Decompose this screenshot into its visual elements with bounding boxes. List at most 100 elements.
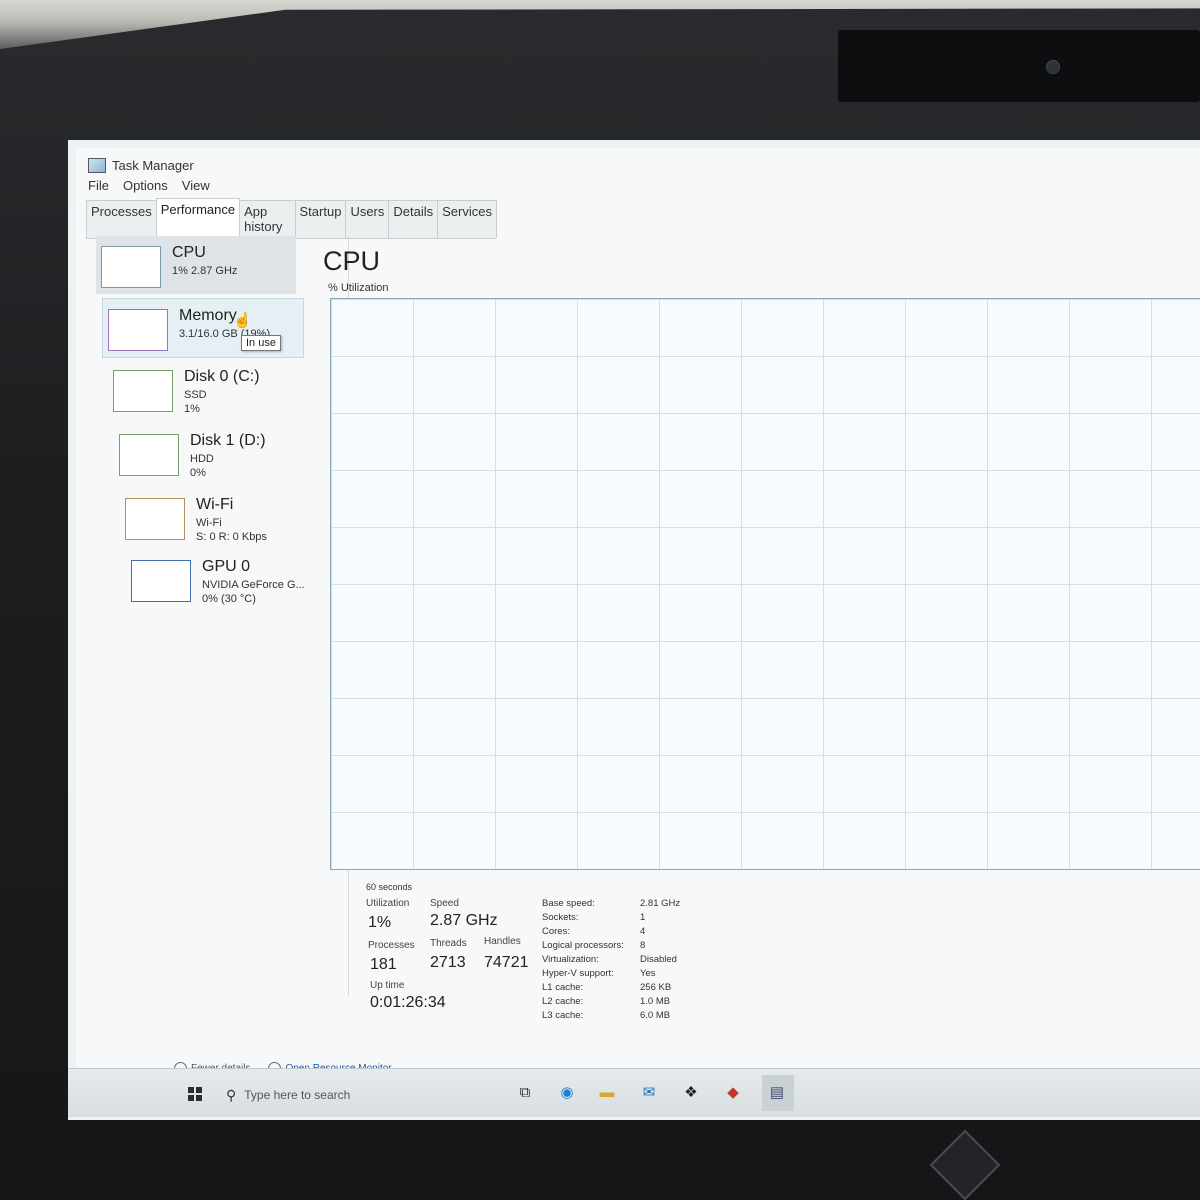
tab-details[interactable]: Details [388, 200, 439, 238]
spec-row: L2 cache: 1.0 MB [542, 996, 742, 1010]
spec-label: Virtualization: [542, 954, 599, 965]
menu-file[interactable]: File [88, 178, 109, 193]
tab-services[interactable]: Services [437, 200, 497, 238]
sidebar-item-gpu[interactable]: GPU 0 NVIDIA GeForce G... 0% (30 °C) [126, 550, 326, 608]
app-icon[interactable]: ◆ [722, 1081, 744, 1103]
sidebar-item-memory[interactable]: Memory 3.1/16.0 GB (19%) ☝ In use [102, 298, 304, 358]
handles-label: Handles [484, 936, 521, 947]
search-icon: ⚲ [226, 1086, 237, 1103]
spec-row: Hyper-V support: Yes [542, 968, 742, 982]
mail-icon[interactable]: ✉ [638, 1081, 660, 1103]
disk-type: SSD [184, 389, 207, 401]
tab-performance[interactable]: Performance [155, 198, 241, 236]
tab-startup[interactable]: Startup [294, 200, 347, 238]
spec-value: 2.81 GHz [640, 898, 681, 909]
processes-value: 181 [370, 956, 397, 973]
spec-value: 8 [640, 940, 646, 951]
utilization-value: 1% [368, 914, 392, 931]
sidebar-item-label: Wi-Fi [196, 496, 234, 513]
menu-options[interactable]: Options [123, 178, 168, 193]
graph-time-label: 60 seconds [366, 882, 413, 892]
disk-thumbnail-graph [113, 370, 173, 412]
spec-row: L3 cache: 6.0 MB [542, 1010, 742, 1024]
sidebar-item-disk-0[interactable]: Disk 0 (C:) SSD 1% [108, 360, 308, 418]
edge-icon[interactable]: ◉ [556, 1081, 578, 1103]
spec-row: Base speed: 2.81 GHz [542, 898, 742, 912]
sidebar-item-label: CPU [172, 244, 206, 261]
utilization-label: Utilization [366, 898, 410, 909]
webcam-icon [1046, 60, 1060, 74]
tab-app-history[interactable]: App history [239, 200, 296, 238]
wifi-name: Wi-Fi [196, 517, 222, 529]
spec-label: L1 cache: [542, 982, 584, 993]
window-title: Task Manager [112, 157, 194, 173]
spec-value: Disabled [640, 954, 677, 965]
graph-y-label: % Utilization [328, 282, 389, 294]
sidebar-item-disk-1[interactable]: Disk 1 (D:) HDD 0% [114, 424, 314, 482]
spec-value: Yes [640, 968, 656, 979]
spec-row: Virtualization: Disabled [542, 954, 742, 968]
spec-label: Cores: [542, 926, 570, 937]
file-explorer-icon[interactable]: ▬ [596, 1081, 618, 1103]
spec-value: 1 [640, 912, 646, 923]
threads-label: Threads [430, 938, 467, 949]
screen: Task Manager File Options View Processes… [68, 140, 1200, 1120]
spec-row: Cores: 4 [542, 926, 742, 940]
spec-row: Sockets: 1 [542, 912, 742, 926]
uptime-label: Up time [370, 980, 405, 991]
spec-label: Base speed: [542, 898, 595, 909]
sidebar-item-wifi[interactable]: Wi-Fi Wi-Fi S: 0 R: 0 Kbps [120, 488, 320, 546]
sidebar-item-label: GPU 0 [202, 558, 251, 575]
taskbar-search[interactable]: ⚲ Type here to search [216, 1081, 516, 1109]
camera-bar [838, 30, 1200, 102]
sidebar-item-detail: SSD 1% [184, 388, 207, 416]
search-placeholder: Type here to search [244, 1088, 351, 1102]
spec-row: Logical processors: 8 [542, 940, 742, 954]
cpu-thumbnail-graph [101, 246, 161, 288]
processes-label: Processes [368, 940, 415, 951]
title-bar: Task Manager [88, 156, 194, 174]
wifi-thumbnail-graph [125, 498, 185, 540]
task-manager-icon[interactable]: ▤ [766, 1081, 788, 1103]
threads-value: 2713 [430, 954, 466, 971]
spec-row: L1 cache: 256 KB [542, 982, 742, 996]
gpu-thumbnail-graph [131, 560, 191, 602]
cpu-spec-list: Base speed: 2.81 GHz Sockets: 1 Cores: 4 Logic… [542, 898, 742, 1024]
disk-usage: 1% [184, 403, 200, 415]
disk-thumbnail-graph [119, 434, 179, 476]
disk-usage: 0% [190, 467, 206, 479]
spec-value: 256 KB [640, 982, 672, 993]
spec-value: 1.0 MB [640, 996, 671, 1007]
tab-users[interactable]: Users [345, 200, 390, 238]
taskbar: ⚲ Type here to search ⧉ ◉ ▬ ✉ ❖ ◆ ▤ [68, 1068, 1200, 1117]
sidebar-item-cpu[interactable]: CPU 1% 2.87 GHz [96, 236, 296, 294]
gpu-usage: 0% (30 °C) [202, 593, 256, 605]
disk-type: HDD [190, 453, 214, 465]
cpu-utilization-graph [330, 298, 1200, 870]
spec-label: L2 cache: [542, 996, 584, 1007]
sidebar-item-label: Disk 1 (D:) [190, 432, 266, 449]
uptime-value: 0:01:26:34 [370, 994, 446, 1011]
spec-value: 4 [640, 926, 646, 937]
menu-bar: File Options View [88, 178, 210, 193]
wifi-throughput: S: 0 R: 0 Kbps [196, 531, 267, 543]
windows-start-icon[interactable] [188, 1087, 202, 1101]
page-title: CPU [323, 246, 381, 276]
sidebar-item-detail: HDD 0% [190, 452, 214, 480]
spec-label: Sockets: [542, 912, 579, 923]
sidebar-item-label: Memory [179, 307, 237, 324]
speed-label: Speed [430, 898, 459, 909]
gpu-name: NVIDIA GeForce G... [202, 579, 305, 591]
performance-sidebar: CPU 1% 2.87 GHz Memory 3.1/16.0 GB (19%)… [96, 236, 331, 976]
spec-label: Logical processors: [542, 940, 624, 951]
sidebar-item-detail: Wi-Fi S: 0 R: 0 Kbps [196, 516, 267, 544]
tab-bar: Processes Performance App history Startu… [86, 198, 497, 239]
task-view-icon[interactable]: ⧉ [514, 1081, 536, 1103]
menu-view[interactable]: View [182, 178, 210, 193]
handles-value: 74721 [484, 954, 529, 971]
tab-processes[interactable]: Processes [86, 200, 157, 238]
sidebar-item-label: Disk 0 (C:) [184, 368, 260, 385]
speed-value: 2.87 GHz [430, 912, 498, 929]
dropbox-icon[interactable]: ❖ [680, 1081, 702, 1103]
sidebar-item-detail: NVIDIA GeForce G... 0% (30 °C) [202, 578, 305, 606]
